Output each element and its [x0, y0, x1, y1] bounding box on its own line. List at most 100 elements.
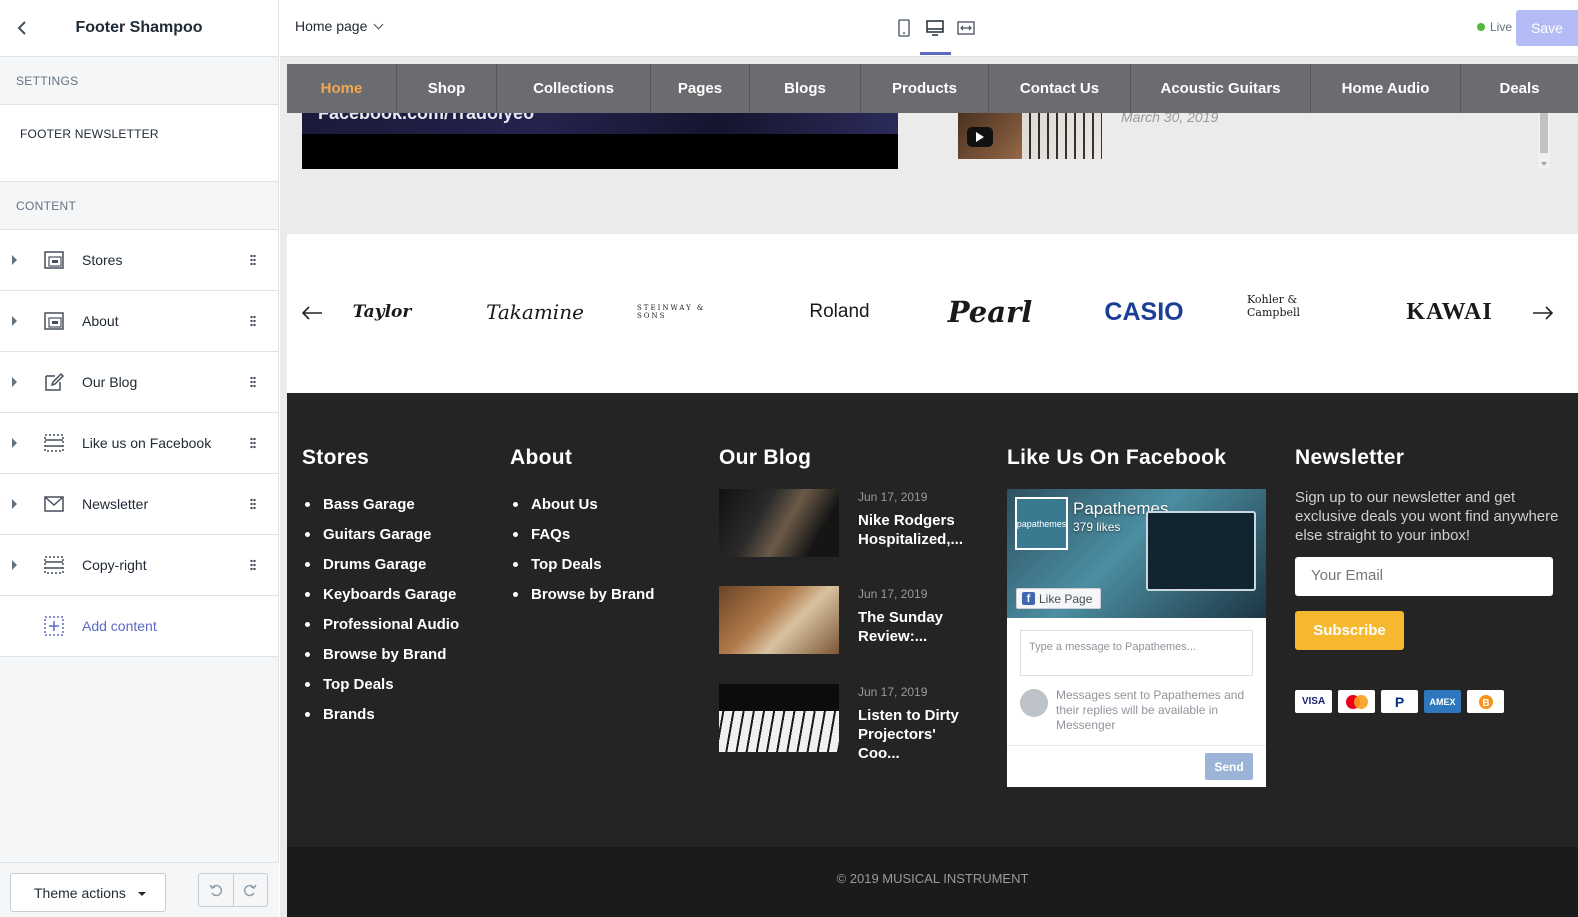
sidebar-header: Footer Shampoo: [0, 0, 278, 57]
blog-title[interactable]: Listen to Dirty Projectors' Coo...: [858, 706, 978, 763]
nav-item-contact-us[interactable]: Contact Us: [989, 64, 1131, 113]
expand-caret-icon[interactable]: [12, 438, 17, 448]
expand-caret-icon[interactable]: [12, 255, 17, 265]
footer-blog-title: Our Blog: [719, 446, 812, 469]
blog-thumbnail-guitarist[interactable]: [719, 489, 839, 557]
live-dot-icon: [1477, 23, 1485, 31]
footer-link[interactable]: Browse by Brand: [302, 639, 459, 669]
footer-link[interactable]: Brands: [302, 699, 459, 729]
redo-icon[interactable]: [232, 874, 268, 906]
brand-logo-kawai[interactable]: KAWAI: [1402, 292, 1497, 332]
site-footer: Stores Bass Garage Guitars Garage Drums …: [287, 393, 1578, 847]
blog-post[interactable]: Jun 17, 2019 The Sunday Review:...: [719, 586, 979, 656]
blog-thumbnail-studio[interactable]: [719, 586, 839, 654]
footer-link[interactable]: Top Deals: [510, 549, 654, 579]
block-stores[interactable]: Stores: [0, 230, 278, 291]
footer-link[interactable]: Browse by Brand: [510, 579, 654, 609]
playlist-scrollbar[interactable]: [1538, 113, 1550, 168]
expand-caret-icon[interactable]: [12, 499, 17, 509]
brand-logo-pearl[interactable]: Pearl: [948, 292, 1033, 332]
add-content-button[interactable]: Add content: [0, 596, 278, 657]
blog-date: Jun 17, 2019: [858, 685, 928, 699]
facebook-send-button[interactable]: Send: [1205, 753, 1253, 780]
facebook-cover-image[interactable]: papathemes Papathemes 379 likes f Like P…: [1007, 489, 1266, 618]
video-thumbnail[interactable]: [958, 113, 1102, 159]
undo-icon[interactable]: [199, 874, 233, 906]
play-icon[interactable]: [967, 127, 993, 147]
footer-link[interactable]: Drums Garage: [302, 549, 459, 579]
drag-handle-icon[interactable]: [250, 498, 256, 510]
drag-handle-icon[interactable]: [250, 437, 256, 449]
facebook-like-page-button[interactable]: f Like Page: [1016, 588, 1102, 609]
expand-caret-icon[interactable]: [12, 560, 17, 570]
facebook-message-input[interactable]: Type a message to Papathemes...: [1020, 630, 1253, 676]
nav-item-pages[interactable]: Pages: [651, 64, 750, 113]
nav-item-deals[interactable]: Deals: [1461, 64, 1578, 113]
newsletter-email-input[interactable]: Your Email: [1295, 557, 1553, 596]
drag-handle-icon[interactable]: [250, 315, 256, 327]
brand-logo-steinway[interactable]: STEINWAY & SONS: [637, 292, 737, 332]
blog-post[interactable]: Jun 17, 2019 Nike Rodgers Hospitalized,.…: [719, 489, 979, 559]
footer-newsletter-setting[interactable]: FOOTER NEWSLETTER: [0, 105, 278, 182]
block-about[interactable]: About: [0, 291, 278, 352]
main-navigation: Home Shop Collections Pages Blogs Produc…: [287, 64, 1578, 113]
blog-post[interactable]: Jun 17, 2019 Listen to Dirty Projectors'…: [719, 684, 979, 762]
fullscreen-view-icon[interactable]: [954, 16, 978, 40]
footer-link[interactable]: FAQs: [510, 519, 654, 549]
brand-logo-takamine[interactable]: Takamine: [486, 292, 584, 332]
page-selector[interactable]: Home page: [295, 18, 384, 34]
subscribe-button[interactable]: Subscribe: [1295, 611, 1404, 650]
dashed-section-icon: [43, 554, 65, 576]
blog-title[interactable]: Nike Rodgers Hospitalized,...: [858, 511, 978, 549]
nav-item-home[interactable]: Home: [287, 64, 397, 113]
block-newsletter[interactable]: Newsletter: [0, 474, 278, 535]
amex-icon: AMEX: [1424, 690, 1461, 713]
desktop-view-icon[interactable]: [923, 16, 947, 40]
blog-title[interactable]: The Sunday Review:...: [858, 608, 978, 646]
copyright-bar: © 2019 MUSICAL INSTRUMENT: [287, 847, 1578, 917]
footer-link[interactable]: Guitars Garage: [302, 519, 459, 549]
messenger-note: Messages sent to Papathemes and their re…: [1056, 688, 1245, 732]
section-icon: [43, 310, 65, 332]
brand-logo-taylor[interactable]: Taylor: [352, 292, 412, 332]
theme-actions-label: Theme actions: [34, 884, 126, 901]
block-copy-right[interactable]: Copy-right: [0, 535, 278, 596]
blog-thumbnail-piano[interactable]: [719, 684, 839, 752]
nav-item-collections[interactable]: Collections: [497, 64, 651, 113]
expand-caret-icon[interactable]: [12, 377, 17, 387]
nav-item-home-audio[interactable]: Home Audio: [1311, 64, 1461, 113]
brand-logo-roland[interactable]: Roland: [792, 292, 887, 332]
nav-item-blogs[interactable]: Blogs: [750, 64, 861, 113]
video-player[interactable]: Facebook.com/Tradolyeo: [302, 103, 898, 169]
brand-logo-casio[interactable]: CASIO: [1094, 292, 1194, 332]
back-arrow-icon[interactable]: [12, 18, 32, 38]
content-section-label: CONTENT: [0, 182, 278, 230]
papathemes-logo[interactable]: papathemes: [1015, 497, 1068, 550]
drag-handle-icon[interactable]: [250, 254, 256, 266]
nav-item-acoustic-guitars[interactable]: Acoustic Guitars: [1131, 64, 1311, 113]
footer-link[interactable]: Professional Audio: [302, 609, 459, 639]
footer-link[interactable]: About Us: [510, 489, 654, 519]
drag-handle-icon[interactable]: [250, 376, 256, 388]
theme-actions-button[interactable]: Theme actions: [10, 873, 166, 912]
block-our-blog[interactable]: Our Blog: [0, 352, 278, 413]
nav-item-shop[interactable]: Shop: [397, 64, 497, 113]
mobile-view-icon[interactable]: [892, 16, 916, 40]
arrow-left-icon[interactable]: [300, 301, 324, 325]
block-label: Stores: [82, 252, 123, 268]
scroll-down-arrow-icon[interactable]: [1541, 162, 1547, 166]
footer-link[interactable]: Top Deals: [302, 669, 459, 699]
scrollbar-thumb[interactable]: [1540, 113, 1548, 153]
drag-handle-icon[interactable]: [250, 559, 256, 571]
save-button[interactable]: Save: [1516, 10, 1578, 46]
brand-logo-kohler-campbell[interactable]: Kohler & Campbell: [1247, 286, 1347, 326]
block-like-us-on-facebook[interactable]: Like us on Facebook: [0, 413, 278, 474]
divider: [1007, 745, 1266, 746]
footer-newsletter-title: Newsletter: [1295, 446, 1405, 469]
nav-item-products[interactable]: Products: [861, 64, 989, 113]
footer-link[interactable]: Keyboards Garage: [302, 579, 459, 609]
page-selector-label: Home page: [295, 18, 368, 34]
arrow-right-icon[interactable]: [1531, 301, 1555, 325]
expand-caret-icon[interactable]: [12, 316, 17, 326]
footer-link[interactable]: Bass Garage: [302, 489, 459, 519]
